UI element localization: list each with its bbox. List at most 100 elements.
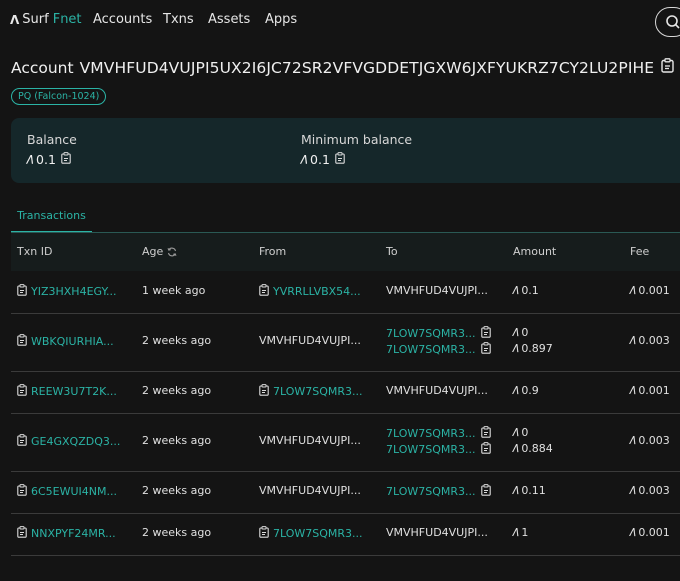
copy-address-icon[interactable] [661, 58, 674, 77]
amount-value: 0.9 [521, 384, 539, 397]
algo-icon: /\ [513, 527, 519, 538]
copy-to-icon[interactable] [480, 484, 491, 499]
from-address: VMVHFUD4VUJPI... [259, 434, 361, 447]
to-cell: VMVHFUD4VUJPI... [386, 384, 488, 397]
algo-icon: /\ [630, 527, 636, 538]
copy-txn-icon[interactable] [17, 434, 27, 449]
copy-txn-icon[interactable] [17, 526, 27, 541]
balance-card: Balance /\ 0.1 Minimum balance /\ 0.1 [11, 118, 680, 183]
copy-txn-icon[interactable] [17, 334, 27, 349]
min-balance-value: /\ 0.1 [301, 152, 345, 167]
fee-cell: /\ 0.003 [630, 434, 670, 447]
age-cell: 2 weeks ago [142, 526, 212, 539]
fee-value: 0.003 [638, 434, 670, 447]
to-address: VMVHFUD4VUJPI... [386, 526, 488, 539]
amount-cell: /\ 0 [513, 326, 528, 339]
algo-icon: /\ [513, 385, 519, 396]
row-divider [11, 471, 680, 472]
from-cell[interactable]: 7LOW7SQMR3... [259, 384, 363, 399]
refresh-icon [167, 247, 177, 256]
from-cell[interactable]: YVRRLLVBX54... [259, 284, 361, 299]
copy-to-icon[interactable] [480, 326, 491, 341]
copy-txn-icon[interactable] [17, 484, 27, 499]
amount-cell: /\ 0.1 [513, 284, 539, 297]
to-cell[interactable]: 7LOW7SQMR3... [386, 484, 495, 499]
brand-logo[interactable]: Λ Surf Fnet [10, 12, 82, 27]
amount-value: 0.11 [521, 484, 546, 497]
txn-id-cell[interactable]: GE4GXQZDQ3... [17, 434, 120, 449]
copy-from-icon[interactable] [259, 526, 269, 541]
copy-to-icon[interactable] [480, 442, 491, 457]
to-cell[interactable]: 7LOW7SQMR3... [386, 342, 495, 357]
to-address: VMVHFUD4VUJPI... [386, 284, 488, 297]
to-address-link[interactable]: 7LOW7SQMR3... [386, 443, 476, 456]
algo-icon: /\ [27, 153, 34, 166]
to-cell[interactable]: 7LOW7SQMR3... [386, 442, 495, 457]
copy-txn-icon[interactable] [17, 284, 27, 299]
account-address: VMVHFUD4VUJPI5UX2I6JC72SR2VFVGDDETJGXW6J… [79, 58, 655, 77]
to-cell: VMVHFUD4VUJPI... [386, 284, 488, 297]
nav-link-apps[interactable]: Apps [265, 12, 297, 27]
txn-id-link[interactable]: YIZ3HXH4EGY... [31, 285, 116, 298]
fee-value: 0.001 [638, 384, 670, 397]
row-divider [11, 313, 680, 314]
amount-value: 0 [521, 326, 529, 339]
header-amount: Amount [513, 245, 557, 258]
copy-min-balance-icon[interactable] [335, 152, 345, 167]
tab-transactions[interactable]: Transactions [11, 203, 92, 233]
copy-to-icon[interactable] [480, 426, 491, 441]
copy-from-icon[interactable] [259, 384, 269, 399]
nav-link-txns[interactable]: Txns [163, 12, 194, 27]
table-header: Txn ID Age From To Amount Fee [11, 233, 680, 271]
to-cell[interactable]: 7LOW7SQMR3... [386, 326, 495, 341]
account-type-badge: PQ (Falcon-1024) [11, 88, 107, 105]
to-address-link[interactable]: 7LOW7SQMR3... [386, 427, 476, 440]
header-fee: Fee [630, 245, 650, 258]
min-balance-amount: 0.1 [310, 152, 330, 167]
to-address-link[interactable]: 7LOW7SQMR3... [386, 485, 476, 498]
algo-icon: /\ [630, 485, 636, 496]
header-age[interactable]: Age [142, 245, 177, 258]
txn-id-link[interactable]: NNXPYF24MR... [31, 527, 116, 540]
from-address-link[interactable]: 7LOW7SQMR3... [273, 385, 363, 398]
nav-link-accounts[interactable]: Accounts [93, 12, 152, 27]
search-button[interactable] [655, 7, 680, 37]
algo-icon: /\ [513, 443, 519, 454]
from-address-link[interactable]: YVRRLLVBX54... [273, 285, 361, 298]
balance-value: /\ 0.1 [27, 152, 71, 167]
copy-balance-icon[interactable] [61, 152, 71, 167]
row-divider [11, 371, 680, 372]
algo-icon: /\ [301, 153, 308, 166]
amount-value: 0.897 [521, 342, 553, 355]
algorand-logo-icon: Λ [10, 12, 20, 27]
algo-icon: /\ [630, 385, 636, 396]
txn-id-cell[interactable]: YIZ3HXH4EGY... [17, 284, 116, 299]
to-address-link[interactable]: 7LOW7SQMR3... [386, 343, 476, 356]
brand-prefix: Surf [22, 12, 49, 27]
txn-id-link[interactable]: GE4GXQZDQ3... [31, 435, 120, 448]
nav-link-assets[interactable]: Assets [208, 12, 250, 27]
age-cell: 1 week ago [142, 284, 206, 297]
txn-id-link[interactable]: WBKQIURHIA... [31, 335, 114, 348]
txn-id-cell[interactable]: REEW3U7T2K... [17, 384, 117, 399]
to-cell[interactable]: 7LOW7SQMR3... [386, 426, 495, 441]
from-cell[interactable]: 7LOW7SQMR3... [259, 526, 363, 541]
from-address-link[interactable]: 7LOW7SQMR3... [273, 527, 363, 540]
copy-to-icon[interactable] [480, 342, 491, 357]
row-divider [11, 413, 680, 414]
algo-icon: /\ [630, 335, 636, 346]
copy-from-icon[interactable] [259, 284, 269, 299]
page-title: Account VMVHFUD4VUJPI5UX2I6JC72SR2VFVGDD… [11, 58, 674, 77]
txn-id-cell[interactable]: 6C5EWUI4NM... [17, 484, 117, 499]
txn-id-link[interactable]: 6C5EWUI4NM... [31, 485, 117, 498]
txn-id-cell[interactable]: NNXPYF24MR... [17, 526, 116, 541]
amount-value: 1 [521, 526, 529, 539]
amount-value: 0.884 [521, 442, 553, 455]
to-address-link[interactable]: 7LOW7SQMR3... [386, 327, 476, 340]
row-divider [11, 513, 680, 514]
txn-id-cell[interactable]: WBKQIURHIA... [17, 334, 114, 349]
copy-txn-icon[interactable] [17, 384, 27, 399]
balance-amount: 0.1 [36, 152, 56, 167]
brand-suffix: Fnet [52, 12, 82, 27]
txn-id-link[interactable]: REEW3U7T2K... [31, 385, 117, 398]
